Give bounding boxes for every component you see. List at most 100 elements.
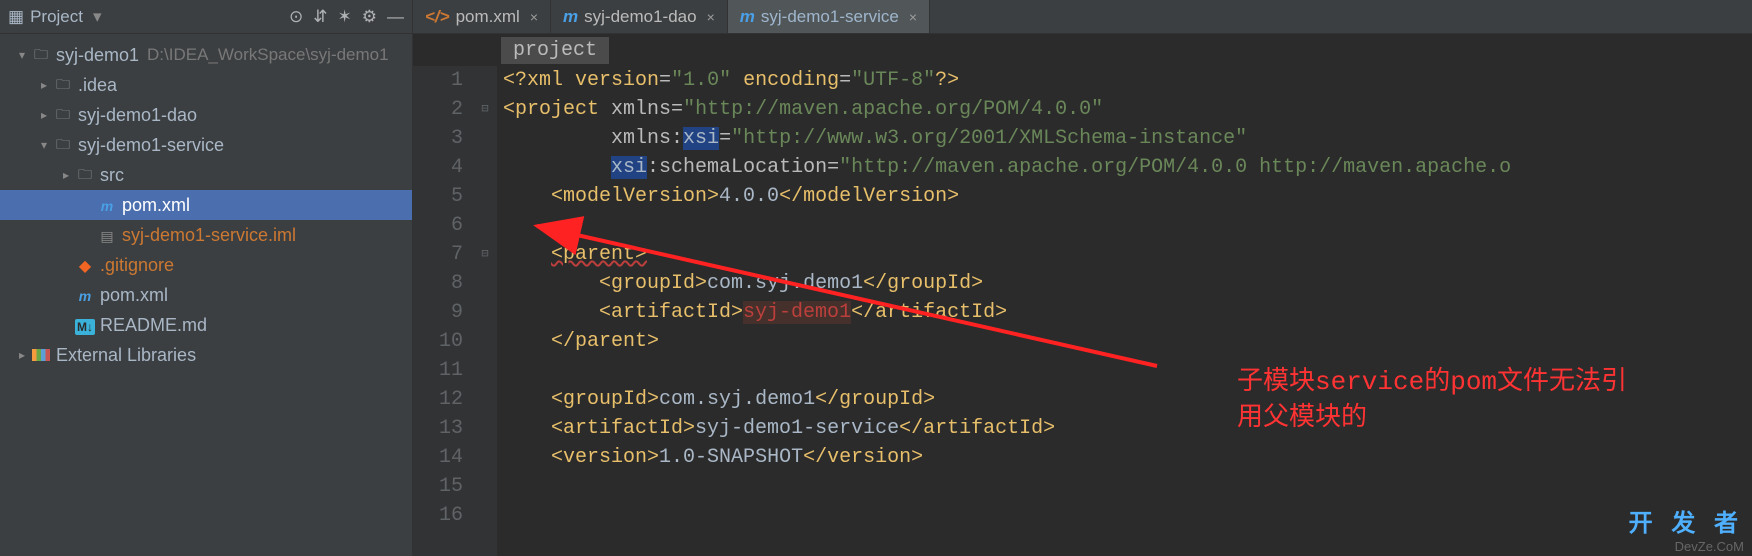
line-number[interactable]: 10 [413, 327, 463, 356]
line-number[interactable]: 12 [413, 385, 463, 414]
module-folder-icon: 🗀 [52, 103, 78, 128]
line-gutter[interactable]: 12345678910111213141516 [413, 66, 473, 556]
tab-label: pom.xml [456, 7, 520, 27]
tree-row-syj-demo1-dao[interactable]: 🗀syj-demo1-dao [0, 100, 412, 130]
tab-label: syj-demo1-service [761, 7, 899, 27]
watermark-logo: 开 发 者 [1629, 503, 1744, 538]
close-icon[interactable]: × [909, 9, 917, 25]
line-number[interactable]: 6 [413, 211, 463, 240]
code-line[interactable]: xsi:schemaLocation="http://maven.apache.… [503, 153, 1752, 182]
fold-marker [473, 153, 497, 182]
hide-icon[interactable]: — [387, 7, 404, 27]
code-line[interactable]: <version>1.0-SNAPSHOT</version> [503, 443, 1752, 472]
code-line[interactable]: </parent> [503, 327, 1752, 356]
target-icon[interactable]: ⊙ [289, 7, 303, 27]
code-line[interactable]: <modelVersion>4.0.0</modelVersion> [503, 182, 1752, 211]
tree-label: syj-demo1-dao [78, 105, 197, 126]
tree-arrow-icon[interactable] [36, 78, 52, 92]
tree-arrow-icon[interactable] [14, 48, 30, 62]
tree-arrow-icon[interactable] [58, 168, 74, 182]
code-line[interactable]: <project xmlns="http://maven.apache.org/… [503, 95, 1752, 124]
dropdown-icon[interactable]: ▾ [93, 7, 102, 27]
xml-file-icon: </> [425, 7, 450, 27]
fold-marker [473, 327, 497, 356]
tree-row--idea[interactable]: 🗀.idea [0, 70, 412, 100]
code-line[interactable] [503, 356, 1752, 385]
tree-arrow-icon[interactable] [36, 138, 52, 152]
watermark-url: DevZe.CoM [1675, 539, 1744, 554]
code-content[interactable]: 子模块service的pom文件无法引 用父模块的 <?xml version=… [497, 66, 1752, 556]
fold-gutter[interactable]: ⊟⊟ [473, 66, 497, 556]
iml-file-icon: ▤ [96, 225, 122, 246]
line-number[interactable]: 7 [413, 240, 463, 269]
line-number[interactable]: 9 [413, 298, 463, 327]
libraries-icon [30, 345, 56, 366]
settings-icon[interactable]: ⚙ [362, 7, 377, 27]
code-line[interactable]: <?xml version="1.0" encoding="UTF-8"?> [503, 66, 1752, 95]
code-line[interactable]: <artifactId>syj-demo1-service</artifactI… [503, 414, 1752, 443]
expand-icon[interactable]: ⇵ [313, 7, 327, 27]
code-line[interactable]: <parent> [503, 240, 1752, 269]
code-line[interactable]: <groupId>com.syj.demo1</groupId> [503, 269, 1752, 298]
folder-icon: 🗀 [74, 163, 100, 188]
module-folder-icon: 🗀 [30, 43, 56, 68]
tree-arrow-icon[interactable] [14, 348, 30, 362]
tree-label: src [100, 165, 124, 186]
code-line[interactable]: <artifactId>syj-demo1</artifactId> [503, 298, 1752, 327]
fold-marker [473, 472, 497, 501]
tab-syj-demo1-service[interactable]: msyj-demo1-service× [728, 0, 930, 33]
maven-file-icon: m [563, 7, 578, 27]
fold-marker[interactable]: ⊟ [473, 240, 497, 269]
tree-row-pom-xml[interactable]: mpom.xml [0, 190, 412, 220]
tab-label: syj-demo1-dao [584, 7, 696, 27]
sidebar-header: ▦ Project ▾ ⊙ ⇵ ✶ ⚙ — [0, 0, 412, 34]
fold-marker[interactable]: ⊟ [473, 95, 497, 124]
tree-row-pom-xml[interactable]: mpom.xml [0, 280, 412, 310]
fold-marker [473, 269, 497, 298]
tree-label: README.md [100, 315, 207, 336]
code-line[interactable]: <groupId>com.syj.demo1</groupId> [503, 385, 1752, 414]
line-number[interactable]: 1 [413, 66, 463, 95]
line-number[interactable]: 13 [413, 414, 463, 443]
editor-tabs: </>pom.xml×msyj-demo1-dao×msyj-demo1-ser… [413, 0, 1752, 34]
tree-row-readme-md[interactable]: M↓README.md [0, 310, 412, 340]
tab-pom-xml[interactable]: </> pom.xml × [413, 0, 551, 33]
fold-marker [473, 385, 497, 414]
tree-row-src[interactable]: 🗀src [0, 160, 412, 190]
sidebar-title[interactable]: Project [30, 7, 83, 27]
close-icon[interactable]: × [530, 9, 538, 25]
editor-area: </>pom.xml×msyj-demo1-dao×msyj-demo1-ser… [413, 0, 1752, 556]
close-icon[interactable]: × [707, 9, 715, 25]
fold-marker [473, 211, 497, 240]
tree-label: External Libraries [56, 345, 196, 366]
code-line[interactable] [503, 211, 1752, 240]
line-number[interactable]: 16 [413, 501, 463, 530]
fold-marker [473, 501, 497, 530]
line-number[interactable]: 11 [413, 356, 463, 385]
code-line[interactable] [503, 501, 1752, 530]
tree-label: syj-demo1-service [78, 135, 224, 156]
project-tree[interactable]: 🗀syj-demo1D:\IDEA_WorkSpace\syj-demo1🗀.i… [0, 34, 412, 370]
tree-row-syj-demo1-service-iml[interactable]: ▤syj-demo1-service.iml [0, 220, 412, 250]
line-number[interactable]: 15 [413, 472, 463, 501]
tree-row-syj-demo1-service[interactable]: 🗀syj-demo1-service [0, 130, 412, 160]
code-line[interactable] [503, 472, 1752, 501]
line-number[interactable]: 8 [413, 269, 463, 298]
line-number[interactable]: 3 [413, 124, 463, 153]
line-number[interactable]: 4 [413, 153, 463, 182]
module-folder-icon: 🗀 [52, 133, 78, 158]
tree-row-syj-demo1[interactable]: 🗀syj-demo1D:\IDEA_WorkSpace\syj-demo1 [0, 40, 412, 70]
tree-label: pom.xml [122, 195, 190, 216]
collapse-icon[interactable]: ✶ [338, 7, 352, 27]
line-number[interactable]: 2 [413, 95, 463, 124]
tree-row-external-libraries[interactable]: External Libraries [0, 340, 412, 370]
tree-arrow-icon[interactable] [36, 108, 52, 122]
project-sidebar: ▦ Project ▾ ⊙ ⇵ ✶ ⚙ — 🗀syj-demo1D:\IDEA_… [0, 0, 413, 556]
tree-row--gitignore[interactable]: ◆.gitignore [0, 250, 412, 280]
line-number[interactable]: 5 [413, 182, 463, 211]
code-line[interactable]: xmlns:xsi="http://www.w3.org/2001/XMLSch… [503, 124, 1752, 153]
breadcrumb-item[interactable]: project [501, 37, 609, 64]
line-number[interactable]: 14 [413, 443, 463, 472]
maven-file-icon: m [74, 285, 100, 306]
tab-syj-demo1-dao[interactable]: m syj-demo1-dao × [551, 0, 728, 33]
